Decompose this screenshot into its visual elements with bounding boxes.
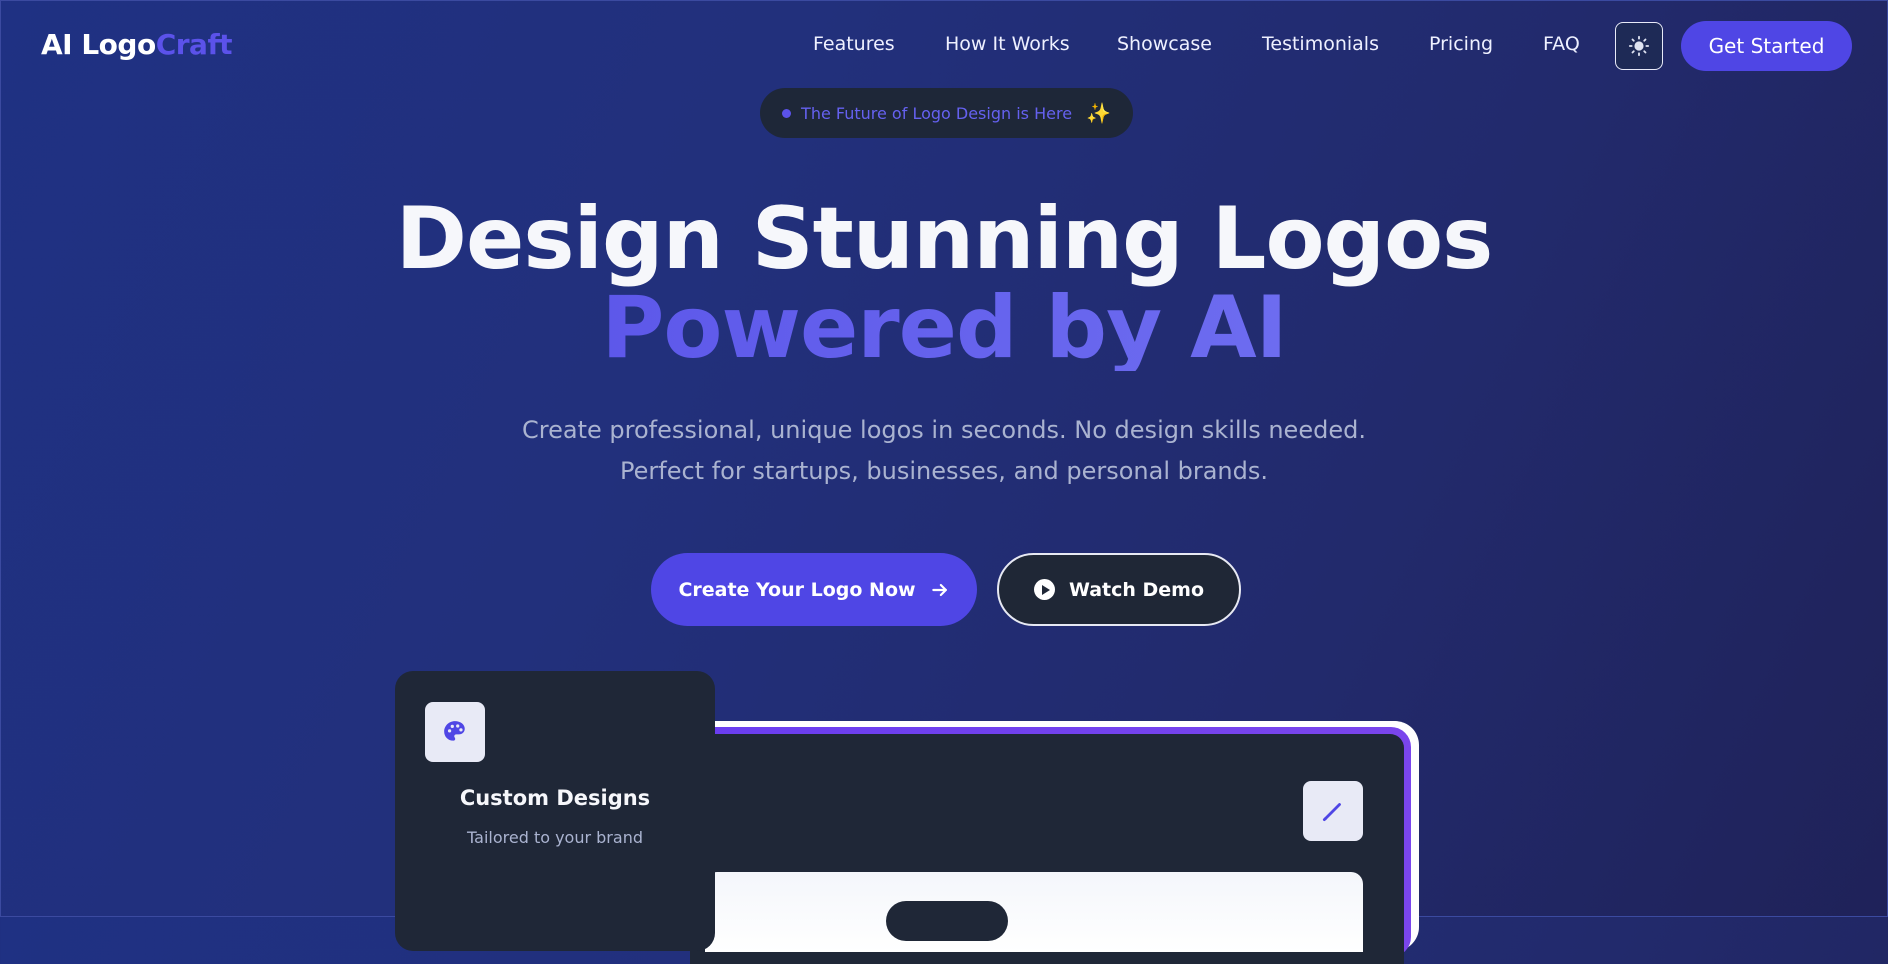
hero-title-line1: Design Stunning Logos: [395, 189, 1494, 289]
nav-item-pricing[interactable]: Pricing: [1429, 33, 1493, 55]
theme-toggle-button[interactable]: [1615, 22, 1663, 70]
feature-card-title: Custom Designs: [459, 786, 651, 810]
sparkles-icon: ✨: [1086, 101, 1111, 125]
announcement-badge: The Future of Logo Design is Here ✨: [760, 88, 1133, 138]
hero-subtitle-line1: Create professional, unique logos in sec…: [522, 416, 1366, 444]
nav-item-features[interactable]: Features: [813, 33, 895, 55]
nav-item-faq[interactable]: FAQ: [1543, 33, 1580, 55]
feature-card-subtitle: Tailored to your brand: [467, 828, 643, 847]
palette-icon: [444, 721, 465, 741]
badge-text: The Future of Logo Design is Here: [801, 103, 1073, 123]
pencil-icon: [1322, 803, 1341, 822]
sun-icon: [1628, 35, 1650, 57]
canvas-placeholder: [886, 901, 1008, 941]
brand-logo-part2: Craft: [155, 28, 233, 61]
logo-canvas: [705, 872, 1363, 952]
create-logo-label: Create Your Logo Now: [678, 578, 916, 601]
brand-logo-part1: AI Logo: [41, 28, 156, 61]
arrow-right-icon: [931, 583, 947, 596]
hero-title-line2: Powered by AI: [0, 285, 1888, 371]
nav-item-how-it-works[interactable]: How It Works: [945, 33, 1070, 55]
nav-item-testimonials[interactable]: Testimonials: [1262, 33, 1379, 55]
hero-subtitle-line2: Perfect for startups, businesses, and pe…: [620, 457, 1268, 485]
watch-demo-label: Watch Demo: [1068, 578, 1205, 601]
nav-item-showcase[interactable]: Showcase: [1117, 33, 1212, 55]
get-started-button[interactable]: Get Started: [1681, 21, 1852, 71]
watch-demo-button[interactable]: Watch Demo: [997, 553, 1241, 626]
feature-card-icon: [425, 702, 485, 762]
brand-logo[interactable]: AI LogoCraft: [41, 28, 233, 61]
create-logo-button[interactable]: Create Your Logo Now: [651, 553, 977, 626]
play-icon: [1033, 579, 1055, 600]
badge-dot: [782, 108, 792, 118]
edit-button[interactable]: [1303, 781, 1363, 841]
